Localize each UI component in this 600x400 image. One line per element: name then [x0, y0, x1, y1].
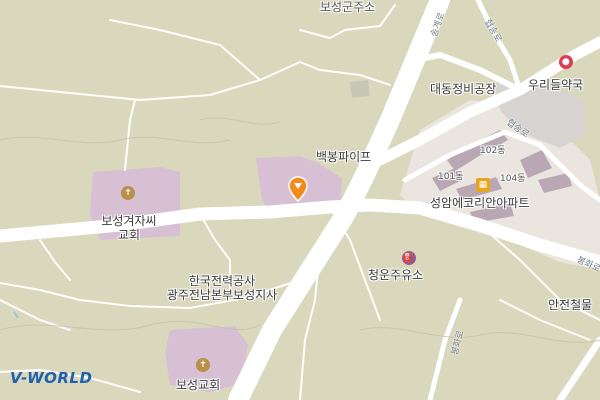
- minor-road-1: [0, 61, 301, 102]
- minor-road-10: [39, 239, 71, 281]
- minor-road-14: [124, 99, 136, 171]
- minor-road-3: [299, 61, 391, 86]
- place-label-pipe-company[interactable]: 백봉파이프: [316, 150, 371, 164]
- contour-4: [199, 117, 281, 125]
- contour-1: [0, 136, 231, 144]
- vworld-logo-text: V-WORLD: [10, 369, 93, 387]
- place-label-cheongun-gas[interactable]: 청운주유소: [368, 268, 423, 282]
- place-label-uri-pharmacy[interactable]: 우리들약국: [528, 78, 583, 92]
- minor-road-4: [109, 19, 261, 81]
- place-label-kepco[interactable]: 한국전력공사 광주전남본부보성지사: [152, 274, 292, 302]
- gas-station-icon[interactable]: ⛽: [402, 251, 416, 265]
- location-pin-icon[interactable]: [288, 176, 308, 202]
- place-label-safety-rail[interactable]: 안전철물: [548, 298, 592, 312]
- place-label-apartment[interactable]: 성암에코리안아파트: [430, 196, 529, 210]
- place-label-boseong-witness-church[interactable]: 보성겨자씨 교회: [94, 214, 164, 242]
- place-label-apt-101: 101동: [438, 172, 464, 182]
- church-icon[interactable]: ✝: [196, 358, 210, 372]
- place-label-apt-104: 104동: [500, 174, 526, 184]
- small-structure: [350, 80, 370, 98]
- vworld-logo: V-WORLD: [10, 369, 92, 387]
- place-label-boseong-church[interactable]: 보성교회: [176, 378, 220, 392]
- stream: [13, 311, 19, 319]
- map-view[interactable]: ✝ ✝ ⛽ ▦ ● 보성군주소 백봉파이프 대동정비공장 우리들약국 성암에코리…: [0, 0, 600, 400]
- church-icon[interactable]: ✝: [121, 186, 135, 200]
- east-road: [556, 336, 600, 400]
- place-label-top-partial: 보성군주소: [320, 0, 376, 14]
- place-label-daedong-repair[interactable]: 대동정비공장: [430, 82, 496, 96]
- apartment-icon[interactable]: ▦: [476, 178, 490, 192]
- place-label-apt-102: 102동: [480, 146, 506, 156]
